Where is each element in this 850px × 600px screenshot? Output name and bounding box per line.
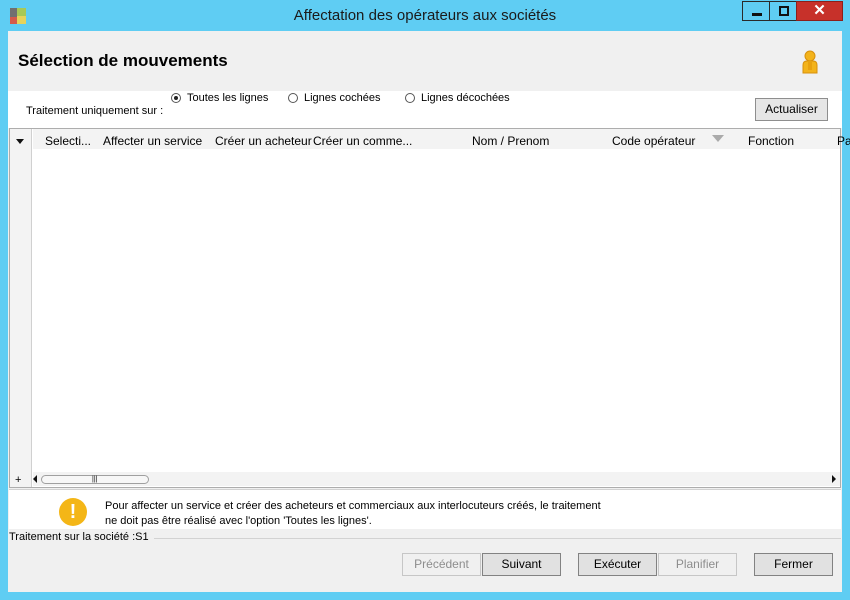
application-window: Affectation des opérateurs aux sociétés … [0, 0, 850, 600]
column-header-operator-code[interactable]: Code opérateur [612, 134, 695, 148]
close-icon: ✕ [813, 2, 826, 19]
radio-button-selected-icon [171, 93, 181, 103]
horizontal-scrollbar[interactable]: ||| [33, 472, 840, 486]
note-line-2: ne doit pas être réalisé avec l'option '… [105, 515, 372, 527]
title-bar[interactable]: Affectation des opérateurs aux sociétés … [0, 0, 850, 31]
previous-button-label: Précédent [414, 557, 469, 571]
radio-unchecked-lines[interactable]: Lignes décochées [405, 92, 510, 104]
company-status: Traitement sur la société :S1 [9, 531, 841, 546]
previous-button[interactable]: Précédent [402, 553, 481, 576]
next-button[interactable]: Suivant [482, 553, 561, 576]
company-status-text: Traitement sur la société :S1 [9, 531, 149, 543]
radio-all-lines-label: Toutes les lignes [187, 92, 269, 104]
refresh-button[interactable]: Actualiser [755, 98, 828, 121]
radio-unchecked-lines-label: Lignes décochées [421, 92, 510, 104]
scroll-left-icon[interactable] [33, 475, 37, 483]
information-note: ! Pour affecter un service et créer des … [9, 489, 841, 529]
maximize-icon [779, 6, 789, 16]
scroll-thumb[interactable]: ||| [41, 475, 149, 484]
grid-menu-arrow-icon[interactable] [16, 139, 24, 144]
treatment-label: Traitement uniquement sur : [26, 105, 164, 117]
window-title: Affectation des opérateurs aux sociétés [293, 7, 557, 24]
maximize-button[interactable] [769, 1, 797, 21]
plan-button-label: Planifier [675, 557, 720, 571]
column-header-buyer[interactable]: Créer un acheteur [215, 134, 312, 148]
column-header-selection[interactable]: Selecti... [45, 134, 91, 148]
close-button[interactable]: Fermer [754, 553, 833, 576]
column-header-name[interactable]: Nom / Prenom [472, 134, 549, 148]
filter-icon[interactable] [712, 135, 724, 142]
next-button-label: Suivant [501, 557, 542, 571]
row-selector-column[interactable]: + [10, 129, 32, 487]
grid-header: Selecti... Affecter un service Créer un … [33, 129, 850, 149]
status-divider [154, 538, 841, 539]
scroll-thumb-grip: ||| [92, 476, 98, 483]
column-header-next[interactable]: Pa [837, 134, 850, 148]
operators-grid[interactable]: + Selecti... Affecter un service Créer u… [9, 128, 850, 488]
execute-button[interactable]: Exécuter [578, 553, 657, 576]
radio-checked-lines[interactable]: Lignes cochées [288, 92, 380, 104]
warning-icon: ! [59, 498, 87, 526]
column-header-service[interactable]: Affecter un service [103, 134, 202, 148]
add-row-button[interactable]: + [15, 474, 21, 486]
execute-button-label: Exécuter [593, 557, 642, 571]
radio-all-lines[interactable]: Toutes les lignes [171, 92, 268, 104]
user-icon [802, 50, 818, 74]
column-header-function[interactable]: Fonction [748, 134, 794, 148]
close-window-button[interactable]: ✕ [796, 1, 843, 21]
plan-button[interactable]: Planifier [658, 553, 737, 576]
page-title: Sélection de mouvements [18, 51, 228, 70]
radio-button-icon [288, 93, 298, 103]
radio-button-icon [405, 93, 415, 103]
minimize-icon [752, 13, 762, 16]
radio-checked-lines-label: Lignes cochées [304, 92, 381, 104]
scroll-right-icon[interactable] [832, 475, 836, 483]
close-button-label: Fermer [774, 557, 813, 571]
minimize-button[interactable] [742, 1, 770, 21]
note-line-1: Pour affecter un service et créer des ac… [105, 500, 601, 512]
header-panel: Sélection de mouvements [8, 31, 842, 91]
selection-options-panel: Traitement uniquement sur : Toutes les l… [8, 91, 842, 128]
dialog-client-area: Sélection de mouvements Traitement uniqu… [8, 31, 850, 592]
refresh-button-label: Actualiser [765, 102, 818, 116]
column-header-commercial[interactable]: Créer un comme... [313, 134, 412, 148]
